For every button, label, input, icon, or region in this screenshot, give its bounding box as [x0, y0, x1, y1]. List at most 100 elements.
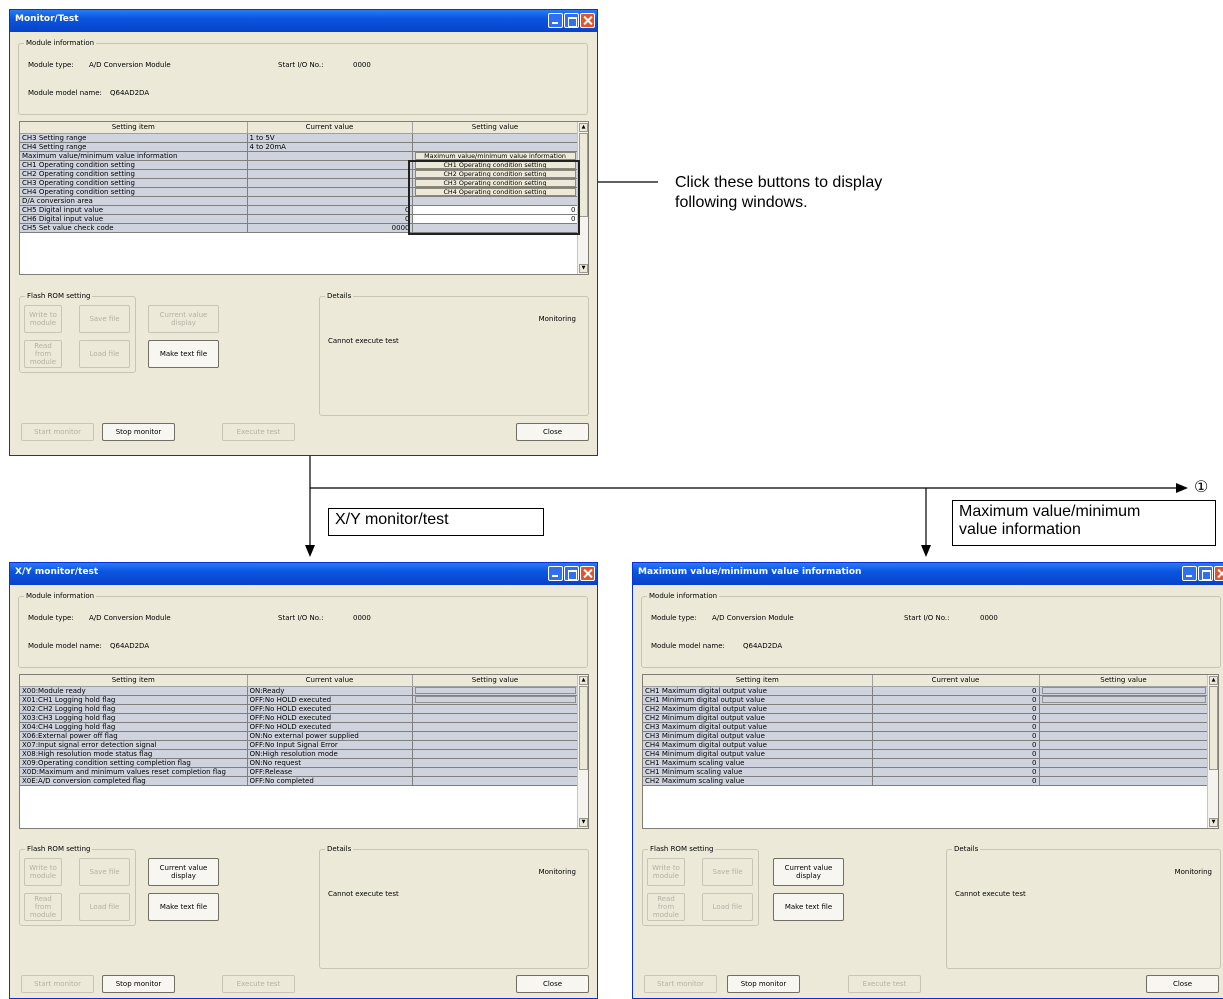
scroll-up-icon[interactable]: ▲: [579, 123, 588, 132]
start-io-label: Start I/O No.:: [278, 614, 324, 622]
setting-item-cell: CH4 Setting range: [20, 142, 248, 152]
read-from-module-button[interactable]: Read from module: [24, 340, 62, 368]
setting-value-cell: [412, 133, 579, 143]
current-value-display-button[interactable]: Current value display: [773, 858, 844, 886]
current-value-display-button[interactable]: Current value display: [148, 305, 219, 333]
flash-rom-legend: Flash ROM setting: [25, 292, 93, 301]
current-value-cell: 0: [872, 695, 1040, 705]
setting-value-input[interactable]: [414, 696, 576, 703]
stop-monitor-button[interactable]: Stop monitor: [102, 975, 175, 993]
setting-item-cell: CH4 Maximum digital output value: [643, 740, 873, 750]
execute-test-button[interactable]: Execute test: [222, 423, 295, 441]
table-row: CH1 Maximum digital output value 0: [643, 686, 1209, 696]
write-to-module-button[interactable]: Write to module: [24, 858, 62, 886]
current-value-cell: OFF:No completed: [247, 776, 413, 786]
save-file-button[interactable]: Save file: [702, 858, 753, 886]
scroll-down-icon[interactable]: ▼: [579, 264, 588, 273]
circled-number-1: ①: [1194, 479, 1209, 496]
maximize-icon[interactable]: [564, 566, 579, 581]
start-monitor-button[interactable]: Start monitor: [21, 423, 94, 441]
setting-item-cell: X0E:A/D conversion completed flag: [20, 776, 248, 786]
current-value-cell: [247, 178, 413, 188]
model-name-label: Module model name:: [28, 642, 102, 650]
current-value-cell: [247, 196, 413, 206]
setting-value-button[interactable]: Maximum value/minimum value information: [414, 151, 576, 159]
scroll-thumb[interactable]: [579, 133, 588, 217]
minimize-icon[interactable]: [1182, 566, 1197, 581]
col-header-setting-value: Setting value: [412, 675, 579, 687]
col-header-setting-value: Setting value: [1039, 675, 1209, 687]
close-button[interactable]: Close: [516, 975, 589, 993]
load-file-button[interactable]: Load file: [702, 893, 753, 921]
arrowhead-right: [1176, 483, 1188, 493]
current-value-cell: [247, 160, 413, 170]
minimize-icon[interactable]: [548, 566, 563, 581]
setting-value-input[interactable]: [1041, 687, 1206, 694]
maximize-icon[interactable]: [564, 13, 579, 28]
read-from-module-button[interactable]: Read from module: [24, 893, 62, 921]
stop-monitor-button[interactable]: Stop monitor: [102, 423, 175, 441]
current-value-cell: 0: [872, 749, 1040, 759]
vertical-scrollbar[interactable]: ▲ ▼: [577, 675, 588, 828]
maximize-icon[interactable]: [1198, 566, 1213, 581]
vertical-scrollbar[interactable]: ▲ ▼: [1207, 675, 1218, 828]
setting-item-cell: CH1 Maximum scaling value: [643, 758, 873, 768]
save-file-button[interactable]: Save file: [79, 305, 130, 333]
setting-value-input[interactable]: [1041, 696, 1206, 703]
setting-value-cell: [1039, 767, 1209, 777]
current-value-cell: [247, 187, 413, 197]
scroll-thumb[interactable]: [579, 686, 588, 770]
start-monitor-button[interactable]: Start monitor: [21, 975, 94, 993]
monitoring-status: Monitoring: [538, 868, 576, 876]
write-to-module-button[interactable]: Write to module: [647, 858, 685, 886]
current-value-display-button[interactable]: Current value display: [148, 858, 219, 886]
scroll-down-icon[interactable]: ▼: [1209, 818, 1218, 827]
execute-test-button[interactable]: Execute test: [848, 975, 921, 993]
scroll-thumb[interactable]: [1209, 686, 1218, 770]
write-to-module-button[interactable]: Write to module: [24, 305, 62, 333]
signal-grid: Setting item Current value Setting value…: [19, 674, 589, 829]
maxmin-info-window: Maximum value/minimum value information …: [632, 562, 1223, 999]
read-from-module-button[interactable]: Read from module: [647, 893, 685, 921]
table-row: CH4 Minimum digital output value 0: [643, 749, 1209, 759]
load-file-button[interactable]: Load file: [79, 340, 130, 368]
monitor-test-window: Monitor/Test Module information Module t…: [9, 9, 598, 456]
setting-item-cell: CH2 Minimum digital output value: [643, 713, 873, 723]
current-value-cell: 0000: [247, 223, 413, 233]
scroll-up-icon[interactable]: ▲: [579, 676, 588, 685]
close-icon[interactable]: [580, 13, 595, 28]
close-button[interactable]: Close: [516, 423, 589, 441]
setting-value-cell: [1039, 704, 1209, 714]
current-value-cell: 0: [247, 205, 413, 215]
module-info-legend: Module information: [24, 39, 97, 48]
model-name-value: Q64AD2DA: [743, 642, 783, 650]
setting-value-cell: [412, 142, 579, 152]
current-value-cell: 1 to 5V: [247, 133, 413, 143]
setting-item-cell: CH4 Operating condition setting: [20, 187, 248, 197]
close-icon[interactable]: [580, 566, 595, 581]
module-info-group: Module information Module type: A/D Conv…: [18, 592, 588, 668]
load-file-button[interactable]: Load file: [79, 893, 130, 921]
make-text-file-button[interactable]: Make text file: [148, 893, 219, 921]
scroll-up-icon[interactable]: ▲: [1209, 676, 1218, 685]
table-row: X00:Module ready ON:Ready: [20, 686, 579, 696]
label-maxmin-info: Maximum value/minimum value information: [952, 500, 1216, 546]
minimize-icon[interactable]: [548, 13, 563, 28]
setting-item-cell: CH1 Maximum digital output value: [643, 686, 873, 696]
table-row: CH2 Maximum scaling value 0: [643, 776, 1209, 786]
current-value-cell: ON:High resolution mode: [247, 749, 413, 759]
details-group: Details Monitoring Cannot execute test: [946, 845, 1221, 969]
setting-value-cell: [412, 722, 579, 732]
make-text-file-button[interactable]: Make text file: [773, 893, 844, 921]
current-value-cell: 4 to 20mA: [247, 142, 413, 152]
execute-test-button[interactable]: Execute test: [222, 975, 295, 993]
save-file-button[interactable]: Save file: [79, 858, 130, 886]
close-button[interactable]: Close: [1146, 975, 1219, 993]
setting-value-input[interactable]: [414, 687, 576, 694]
table-row: CH4 Setting range 4 to 20mA: [20, 142, 579, 152]
scroll-down-icon[interactable]: ▼: [579, 818, 588, 827]
start-monitor-button[interactable]: Start monitor: [644, 975, 717, 993]
stop-monitor-button[interactable]: Stop monitor: [727, 975, 800, 993]
make-text-file-button[interactable]: Make text file: [148, 340, 219, 368]
close-icon[interactable]: [1214, 566, 1223, 581]
